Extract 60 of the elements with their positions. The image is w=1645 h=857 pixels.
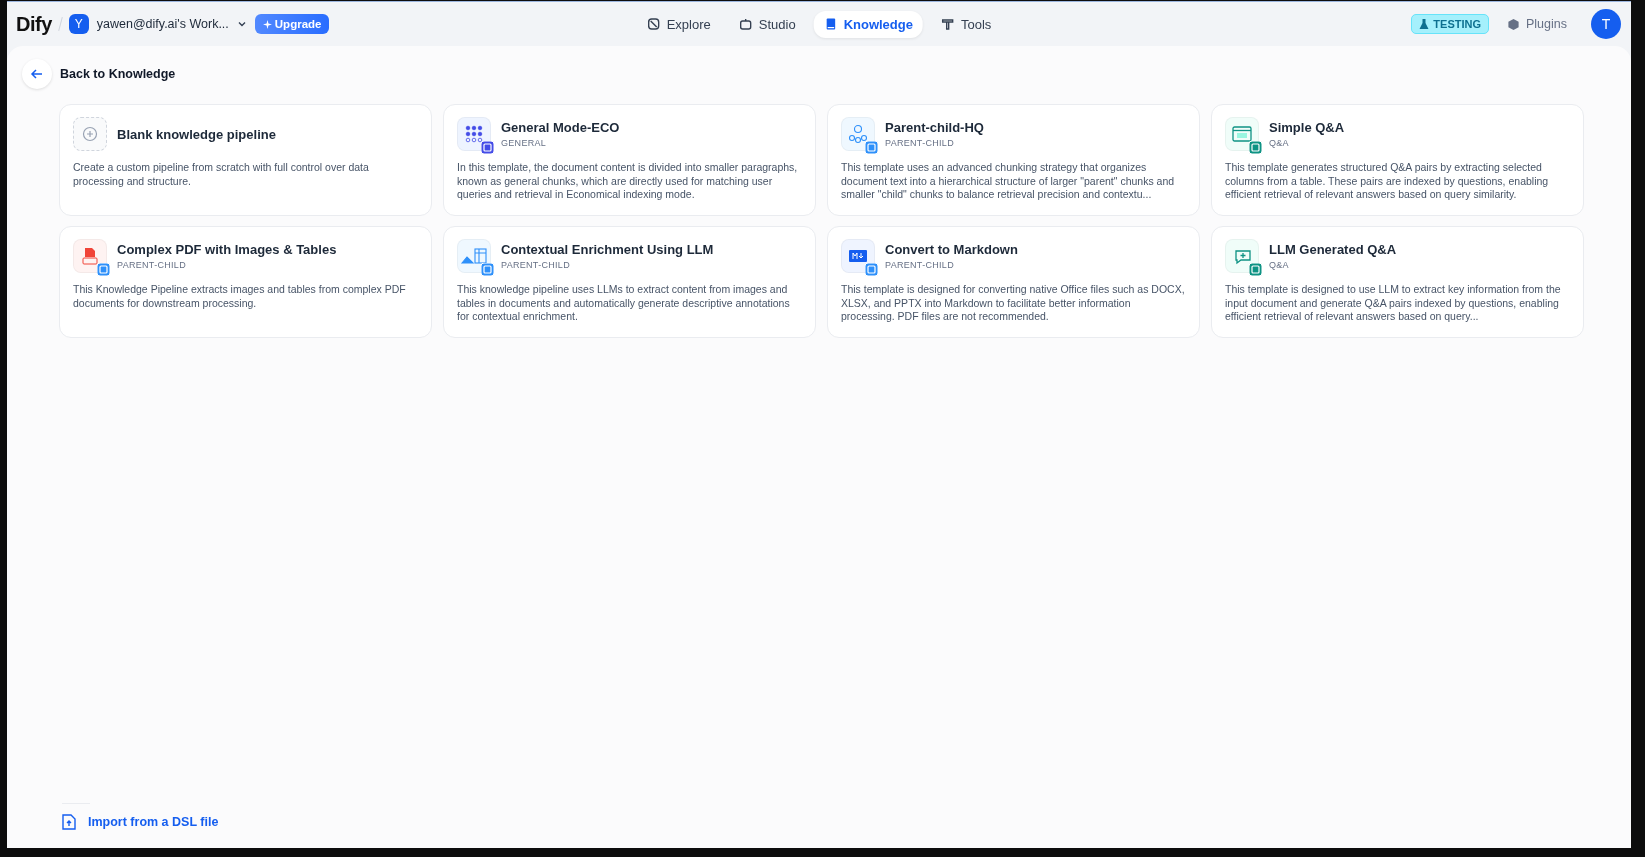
chevron-down-icon[interactable] [236, 19, 247, 29]
chunk-type-label: PARENT-CHILD [117, 260, 187, 270]
template-card[interactable] [1211, 226, 1584, 338]
template-card[interactable]: Complex PDF with Images & Tables PARENT-CHILD This Knowledge Pipeline extracts images and tables from complex PDF documents for downstream processing. [59, 226, 432, 338]
chunk-type-label: Q&A [1269, 260, 1290, 270]
chunk-type-label: PARENT-CHILD [885, 138, 955, 148]
import-dsl-link[interactable]: Import from a DSL file [62, 814, 1615, 830]
nav-tab[interactable]: Tools [930, 10, 1002, 38]
template-title: Contextual Enrichment Using LLM [501, 242, 714, 257]
template-title: Simple Q&A [1269, 120, 1345, 135]
markdown-icon [849, 250, 867, 262]
chunk-type-label: GENERAL [501, 138, 548, 148]
hammer-icon [940, 17, 955, 31]
file-upload-icon [62, 814, 76, 830]
hierarchy-icon [848, 124, 868, 144]
template-title: Convert to Markdown [885, 242, 1018, 257]
template-card[interactable] [443, 104, 816, 216]
chunk-type-label: PARENT-CHILD [885, 260, 955, 270]
template-description: This Knowledge Pipeline extracts images and tables from complex PDF documents for downstream processing. [73, 283, 407, 310]
template-description: This template is designed for converting native Office files such as DOCX, XLSX, and PPTX into Markdown to facilitate better information processing. PDF files are not recommended. [841, 283, 1186, 324]
plus-circle-icon [82, 126, 98, 142]
template-description: This template uses an advanced chunking strategy that organizes document text into a hierarchical structure of larger "parent" chunks and smaller "child" chunks to balance retrieval precision and contextu... [841, 161, 1176, 202]
template-card[interactable]: Blank knowledge pipeline Create a custom pipeline from scratch with full control over data processing and structure. [59, 104, 432, 216]
template-title: Blank knowledge pipeline [117, 126, 276, 142]
template-card[interactable] [1211, 104, 1584, 216]
template-description: This template is designed to use LLM to extract key information from the input document and generate Q&A pairs indexed by questions, enabling efficient retrieval of relevant answers based on query... [1225, 283, 1562, 324]
logo[interactable]: Dify [16, 12, 52, 36]
template-description: Create a custom pipeline from scratch with full control over data processing and structure. [73, 161, 370, 188]
nav-tab[interactable]: Knowledge [813, 10, 923, 38]
chunk-type-label: Q&A [1269, 138, 1290, 148]
workspace-avatar: Y [68, 14, 89, 34]
user-avatar[interactable]: T [1591, 9, 1621, 39]
template-description: This template generates structured Q&A pairs by extracting selected columns from a table. These pairs are indexed by questions, enabling efficient retrieval of relevant answers based on query similarity. [1225, 161, 1550, 202]
arrow-left-icon [30, 67, 44, 81]
template-card[interactable] [443, 226, 816, 338]
template-description: In this template, the document content is divided into smaller paragraphs, known as general chunks, which are directly used for matching user queries and retrieval in Economical indexing mode. [457, 161, 799, 202]
dots-grid-icon [465, 125, 483, 143]
template-card[interactable] [827, 226, 1200, 338]
environment-badge: TESTING [1411, 14, 1489, 34]
template-title: Parent-child-HQ [885, 120, 984, 135]
nav-tab[interactable]: Explore [636, 10, 721, 38]
table-icon [1232, 126, 1252, 142]
template-card[interactable] [827, 104, 1200, 216]
workspace-name[interactable]: yawen@dify.ai's Work... [96, 17, 229, 31]
back-link-text[interactable]: Back to Knowledge [60, 67, 176, 81]
chunk-type-label: PARENT-CHILD [501, 260, 571, 270]
template-title: General Mode-ECO [501, 120, 620, 135]
upgrade-button[interactable]: Upgrade [254, 14, 330, 34]
cube-icon [1507, 17, 1520, 31]
image-table-icon [461, 247, 487, 265]
plugins-button[interactable]: Plugins [1501, 13, 1573, 35]
back-button[interactable] [22, 59, 52, 89]
sparkle-icon [262, 19, 272, 29]
pdf-file-icon [81, 246, 99, 266]
nav-tab[interactable]: Studio [728, 10, 806, 38]
template-title: Complex PDF with Images & Tables [117, 242, 337, 257]
template-title: LLM Generated Q&A [1269, 242, 1397, 257]
flask-icon [1419, 19, 1430, 29]
template-description: This knowledge pipeline uses LLMs to extract content from images and tables in documents and automatically generate descriptive annotations for contextual enrichment. [457, 283, 791, 324]
chat-sparkle-icon [1232, 247, 1252, 265]
